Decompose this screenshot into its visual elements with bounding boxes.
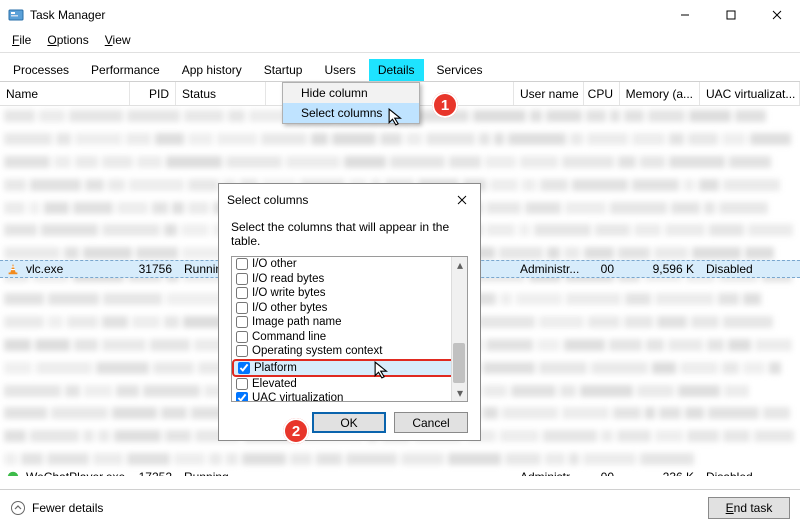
cell-uac: Disabled	[700, 262, 800, 276]
column-option-label: I/O other bytes	[252, 302, 327, 314]
column-option[interactable]: Platform	[232, 359, 467, 377]
cell-pid: 17252	[132, 470, 178, 476]
annotation-badge-2: 2	[283, 418, 309, 444]
column-option[interactable]: I/O other bytes	[232, 301, 467, 316]
column-checkbox[interactable]	[236, 331, 248, 343]
column-option-label: Elevated	[252, 378, 297, 390]
cell-status: Running	[178, 470, 268, 476]
scrollbar[interactable]: ▴ ▾	[451, 257, 467, 401]
column-list[interactable]: I/O other I/O read bytes I/O write bytes I/…	[231, 256, 468, 402]
tab-processes[interactable]: Processes	[4, 59, 78, 81]
select-columns-dialog: Select columns Select the columns that w…	[218, 183, 481, 441]
column-option-label: Image path name	[252, 316, 342, 328]
column-option-label: Operating system context	[252, 345, 382, 357]
scroll-thumb[interactable]	[453, 343, 465, 383]
column-checkbox[interactable]	[236, 273, 248, 285]
minimize-button[interactable]	[662, 0, 708, 30]
dialog-instruction: Select the columns that will appear in t…	[219, 216, 480, 256]
tab-strip: Processes Performance App history Startu…	[0, 55, 800, 82]
column-checkbox[interactable]	[236, 258, 248, 270]
column-option[interactable]: Image path name	[232, 315, 467, 330]
tab-startup[interactable]: Startup	[255, 59, 312, 81]
end-task-button[interactable]: End task	[708, 497, 790, 519]
maximize-button[interactable]	[708, 0, 754, 30]
fewer-details-label: Fewer details	[32, 501, 103, 515]
tab-performance[interactable]: Performance	[82, 59, 169, 81]
fewer-details-button[interactable]: Fewer details	[10, 500, 103, 516]
cell-name: vlc.exe	[20, 262, 132, 276]
cell-user: Administr...	[514, 262, 584, 276]
col-uac[interactable]: UAC virtualizat...	[700, 82, 800, 105]
col-memory[interactable]: Memory (a...	[620, 82, 700, 105]
column-option[interactable]: Elevated	[232, 377, 467, 392]
tab-services[interactable]: Services	[428, 59, 492, 81]
tab-details[interactable]: Details	[369, 59, 424, 81]
menu-view[interactable]: View	[97, 31, 139, 49]
col-username[interactable]: User name	[514, 82, 584, 105]
column-checkbox[interactable]	[236, 302, 248, 314]
wechat-icon	[6, 470, 20, 476]
tab-app-history[interactable]: App history	[173, 59, 251, 81]
col-cpu[interactable]: CPU	[584, 82, 620, 105]
cell-user: Administr	[514, 470, 584, 476]
cell-name: WeChatPlayer.exe	[20, 470, 132, 476]
dialog-title: Select columns	[227, 193, 308, 207]
chevron-up-circle-icon	[10, 500, 26, 516]
col-name[interactable]: Name	[0, 82, 130, 105]
cell-uac: Disabled	[700, 470, 800, 476]
column-option[interactable]: I/O other	[232, 257, 467, 272]
menu-options[interactable]: Options	[39, 31, 96, 49]
column-checkbox[interactable]	[236, 392, 248, 402]
column-checkbox[interactable]	[238, 362, 250, 374]
ok-button[interactable]: OK	[312, 412, 386, 433]
dialog-close-button[interactable]	[452, 190, 472, 210]
cancel-button[interactable]: Cancel	[394, 412, 468, 433]
close-button[interactable]	[754, 0, 800, 30]
titlebar: Task Manager	[0, 0, 800, 30]
annotation-badge-1: 1	[432, 92, 458, 118]
column-option[interactable]: Command line	[232, 330, 467, 345]
cursor-icon	[388, 108, 406, 126]
cursor-icon	[374, 361, 392, 379]
cell-cpu: 00	[584, 262, 620, 276]
column-checkbox[interactable]	[236, 287, 248, 299]
scroll-up-icon[interactable]: ▴	[452, 257, 468, 273]
vlc-icon	[6, 262, 20, 276]
column-option-label: I/O read bytes	[252, 273, 324, 285]
column-option[interactable]: I/O read bytes	[232, 272, 467, 287]
table-row[interactable]: WeChatPlayer.exe 17252 Running Administr…	[0, 468, 800, 476]
column-option[interactable]: I/O write bytes	[232, 286, 467, 301]
app-icon	[8, 7, 24, 23]
cell-pid: 31756	[132, 262, 178, 276]
scroll-down-icon[interactable]: ▾	[452, 385, 468, 401]
column-option-label: I/O other	[252, 258, 297, 270]
cell-mem: 236 K	[620, 470, 700, 476]
menubar: File Options View	[0, 30, 800, 50]
col-pid[interactable]: PID	[130, 82, 176, 105]
column-checkbox[interactable]	[236, 316, 248, 328]
column-option-label: Command line	[252, 331, 326, 343]
footer: Fewer details End task	[0, 489, 800, 525]
column-checkbox[interactable]	[236, 345, 248, 357]
column-checkbox[interactable]	[236, 378, 248, 390]
cell-cpu: 00	[584, 470, 620, 476]
column-option[interactable]: Operating system context	[232, 344, 467, 359]
window-title: Task Manager	[30, 8, 105, 22]
menu-file[interactable]: File	[4, 31, 39, 49]
column-option-label: UAC virtualization	[252, 392, 343, 402]
col-status[interactable]: Status	[176, 82, 266, 105]
ctx-hide-column[interactable]: Hide column	[283, 83, 419, 103]
cell-mem: 9,596 K	[620, 262, 700, 276]
column-option-label: Platform	[254, 362, 297, 374]
column-option[interactable]: UAC virtualization	[232, 391, 467, 402]
tab-users[interactable]: Users	[315, 59, 364, 81]
column-option-label: I/O write bytes	[252, 287, 326, 299]
